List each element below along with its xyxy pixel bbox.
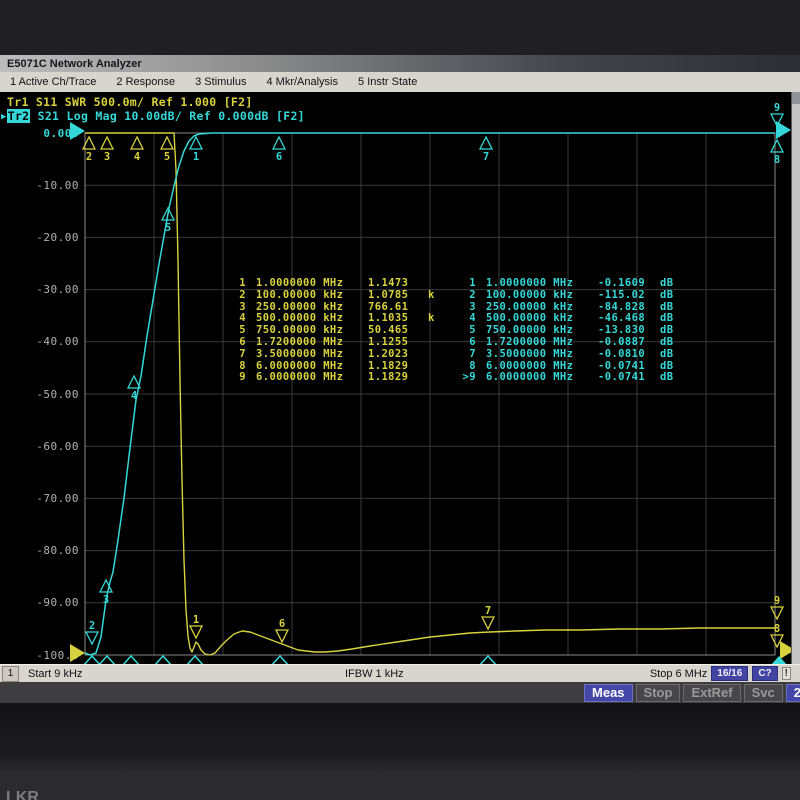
marker-cell [428,325,438,337]
y-axis-label: -70.00 [0,492,79,505]
marker-cell: 6.0000000 MHz [256,372,360,384]
y-axis-label: -50.00 [0,388,79,401]
channel-number: 1 [8,668,14,679]
start-frequency-readout: Start 9 kHz [28,668,82,680]
scrollbar-cap [792,92,800,104]
trace1-params: S11 SWR 500.0m/ Ref 1.000 [F2] [29,95,253,109]
alert-badge: ! [782,667,791,680]
marker-cell: 1.1255 [368,337,424,349]
marker-cell: k [428,313,438,325]
y-axis-label: -30.00 [0,283,79,296]
marker-cell: 1.1829 [368,372,424,384]
menu-bar: 1 Active Ch/Trace2 Response3 Stimulus4 M… [0,72,800,93]
system-status-stop[interactable]: Stop [636,684,681,702]
ifbw-readout: IFBW 1 kHz [345,668,404,680]
marker-cell: 100.00000 kHz [486,290,590,302]
menu-item-4[interactable]: 4 Mkr/Analysis [256,76,348,88]
top-letterbox [0,0,800,55]
points-badge[interactable]: 16/16 [711,666,748,681]
y-axis-label: -100.0 [0,649,79,662]
marker-cell: 1.7200000 MHz [256,337,360,349]
marker-table-row: 2 100.00000 kHz 1.0785 k 2 100.00000 kHz -115.… [228,290,678,302]
marker-cell: 9 [228,372,246,384]
marker-cell: -0.0741 [598,372,654,384]
system-status-extref[interactable]: ExtRef [683,684,740,702]
y-axis-label: -60.00 [0,440,79,453]
system-status-2[interactable]: 2 [786,684,800,702]
channel-number-box: 1 [2,666,19,682]
window-scrollbar[interactable] [791,92,800,664]
menu-item-5[interactable]: 5 Instr State [348,76,427,88]
marker-table-row: 6 1.7200000 MHz 1.1255 6 1.7200000 MHz -0.088… [228,337,678,349]
trace1-name: Tr1 [7,95,29,109]
trace1-readout[interactable]: Tr1 S11 SWR 500.0m/ Ref 1.000 [F2] [7,95,253,109]
marker-cell [428,349,438,361]
menu-item-1[interactable]: 1 Active Ch/Trace [0,76,106,88]
marker-cell: 6 [228,337,246,349]
marker-cell: k [428,290,438,302]
marker-cell [428,372,438,384]
marker-cell: 1.7200000 MHz [486,337,590,349]
marker-cell: -0.0810 [598,349,654,361]
menu-item-2[interactable]: 2 Response [106,76,185,88]
marker-cell [428,361,438,373]
menu-item-3[interactable]: 3 Stimulus [185,76,256,88]
marker-cell: 3.5000000 MHz [486,349,590,361]
marker-cell: 2 [452,290,476,302]
system-status-bar: MeasStopExtRefSvc2 [0,682,800,703]
marker-cell: 2 [228,290,246,302]
cal-status-badge[interactable]: C? [752,666,777,681]
marker-cell: -0.0887 [598,337,654,349]
trace2-readout[interactable]: ▶Tr2 S21 Log Mag 10.00dB/ Ref 0.000dB [F… [1,109,305,123]
window-title-bar[interactable]: E5071C Network Analyzer [0,55,800,72]
active-trace-arrow-icon: ▶ [1,112,7,122]
marker-cell: dB [660,290,678,302]
marker-cell: dB [660,337,678,349]
stop-frequency-readout: Stop 6 MHz [650,668,707,680]
marker-cell: dB [660,372,678,384]
marker-cell: 1.2023 [368,349,424,361]
window-title: E5071C Network Analyzer [7,58,142,70]
marker-cell: >9 [452,372,476,384]
marker-cell: 7 [452,349,476,361]
trace2-name: Tr2 [7,109,31,123]
marker-cell: 100.00000 kHz [256,290,360,302]
system-status-svc[interactable]: Svc [744,684,783,702]
marker-cell: 7 [228,349,246,361]
status-bar: 1 Start 9 kHz IFBW 1 kHz Stop 6 MHz 16/1… [0,664,800,682]
marker-cell: 1.0785 [368,290,424,302]
y-axis-ref-label: 0.000 [0,127,79,140]
bottom-letterbox: LKR [0,703,800,800]
marker-cell: -115.02 [598,290,654,302]
marker-table-row: 7 3.5000000 MHz 1.2023 7 3.5000000 MHz -0.081… [228,349,678,361]
marker-cell: 6.0000000 MHz [486,372,590,384]
marker-table-row: 9 6.0000000 MHz 1.1829 >9 6.0000000 MHz -0.07… [228,372,678,384]
screenshot-root: E5071C Network Analyzer 1 Active Ch/Trac… [0,0,800,800]
y-axis-label: -40.00 [0,335,79,348]
y-axis-label: -10.00 [0,179,79,192]
y-axis-label: -90.00 [0,596,79,609]
corner-text: LKR [6,789,39,800]
system-status-meas[interactable]: Meas [584,684,633,702]
marker-cell [428,337,438,349]
y-axis-label: -20.00 [0,231,79,244]
marker-table: 11.0000000 MHz1.147311.0000000 MHz-0.160… [228,278,678,384]
marker-cell: 6 [452,337,476,349]
marker-cell: 3.5000000 MHz [256,349,360,361]
y-axis-label: -80.00 [0,544,79,557]
trace2-params: S21 Log Mag 10.00dB/ Ref 0.000dB [F2] [30,109,305,123]
marker-cell: dB [660,349,678,361]
